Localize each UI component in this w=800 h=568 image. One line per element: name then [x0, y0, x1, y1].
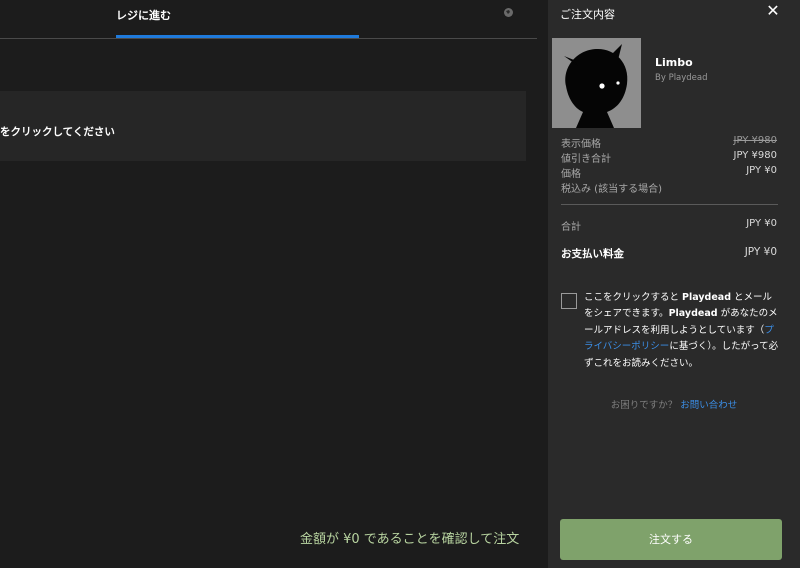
- price-row: 価格 JPY ¥0: [561, 165, 777, 180]
- price-row-label: 価格: [561, 169, 581, 180]
- price-row-label: 税込み (該当する場合): [561, 184, 662, 195]
- consent-publisher: Playdead: [668, 308, 718, 320]
- payable-row: お支払い料金 JPY ¥0: [561, 246, 777, 261]
- checkout-main: レジに進む をクリックしてください 金額が ¥0 であることを確認して注文: [0, 0, 548, 568]
- help-line: お困りですか？ お問い合わせ: [548, 397, 800, 411]
- payment-notice-text: をクリックしてください: [0, 126, 115, 138]
- price-row-value: JPY ¥980: [733, 150, 778, 161]
- total-label: 合計: [561, 222, 581, 233]
- game-publisher: By Playdead: [655, 73, 708, 83]
- email-consent-text[interactable]: ここをクリックすると Playdead とメールをシェアできます。Playdea…: [584, 290, 780, 372]
- consent-publisher: Playdead: [682, 292, 732, 303]
- price-row: 値引き合計 JPY ¥980: [561, 150, 777, 165]
- panel-title: ご注文内容: [560, 8, 615, 21]
- summary-divider: [561, 204, 778, 205]
- total-value: JPY ¥0: [746, 218, 777, 229]
- confirm-hint: 金額が ¥0 であることを確認して注文: [300, 532, 520, 547]
- checkbox-icon[interactable]: [561, 293, 577, 309]
- help-question: お困りですか？: [610, 400, 678, 411]
- order-summary-panel: ご注文内容 ✕ Limbo By Playdead 表示価格 JPY ¥980 …: [548, 0, 800, 568]
- contact-link[interactable]: お問い合わせ: [680, 400, 737, 411]
- price-row-value: JPY ¥980: [733, 135, 778, 146]
- price-row-label: 表示価格: [561, 139, 601, 150]
- price-row-value: JPY ¥0: [746, 165, 777, 176]
- price-row-label: 値引き合計: [561, 154, 611, 165]
- tab-checkout[interactable]: レジに進む: [116, 0, 359, 38]
- globe-icon[interactable]: [503, 7, 514, 18]
- game-thumbnail: [552, 38, 641, 128]
- tab-active-underline: [116, 35, 359, 38]
- price-row: 税込み (該当する場合): [561, 180, 777, 195]
- close-icon[interactable]: ✕: [764, 2, 782, 20]
- consent-part1: ここをクリックすると: [584, 292, 683, 303]
- price-row: 表示価格 JPY ¥980: [561, 135, 777, 150]
- payable-value: JPY ¥0: [744, 246, 777, 258]
- payment-notice: をクリックしてください: [0, 91, 526, 161]
- game-title: Limbo: [655, 56, 693, 69]
- payable-label: お支払い料金: [561, 248, 624, 260]
- total-row: 合計 JPY ¥0: [561, 218, 777, 233]
- tab-checkout-label: レジに進む: [116, 9, 171, 22]
- checkout-tabs: レジに進む: [0, 0, 537, 39]
- place-order-button[interactable]: 注文する: [560, 519, 782, 560]
- price-breakdown: 表示価格 JPY ¥980 値引き合計 JPY ¥980 価格 JPY ¥0 税…: [561, 135, 777, 195]
